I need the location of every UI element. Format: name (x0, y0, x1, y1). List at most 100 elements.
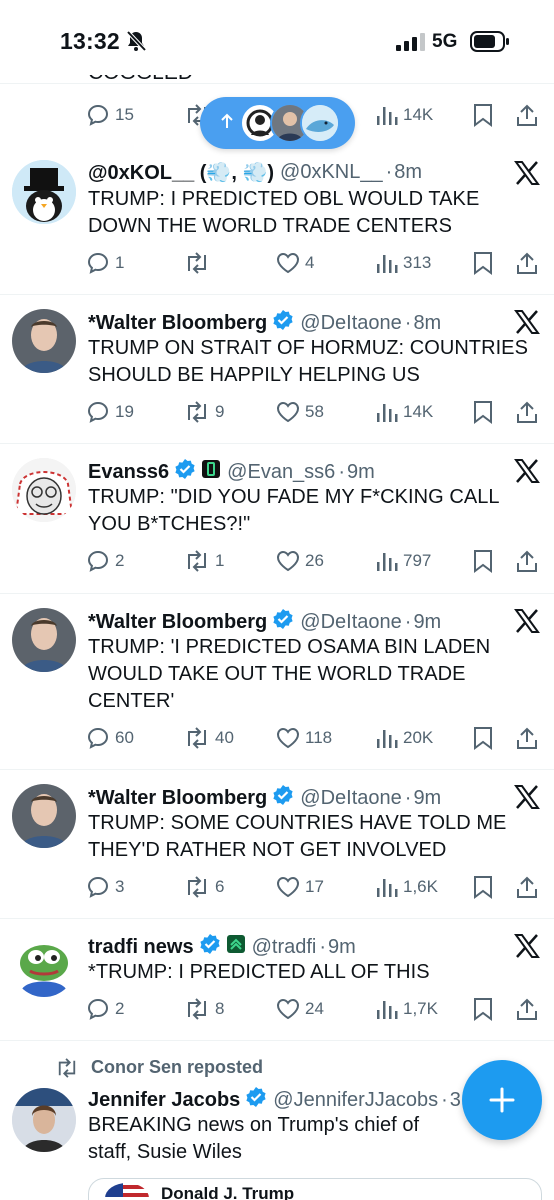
author-handle[interactable]: @JenniferJJacobs (273, 1089, 438, 1112)
view-count: 1,7K (403, 999, 438, 1018)
repost-button[interactable]: 40 (184, 723, 234, 753)
tweet[interactable]: *Walter Bloomberg @DeItaone · 9m TRUMP: … (0, 594, 554, 770)
share-button[interactable] (516, 723, 538, 753)
share-button[interactable] (516, 397, 538, 427)
view-count: 14K (403, 402, 434, 421)
avatar[interactable] (12, 458, 76, 522)
bookmark-button[interactable] (473, 872, 493, 902)
views-button[interactable]: 313 (376, 248, 431, 278)
tweet[interactable]: @0xKOL__ (💨, 💨) @0xKNL__ · 8m TRUMP: I P… (0, 148, 554, 295)
bookmark-button[interactable] (473, 100, 493, 130)
author-handle[interactable]: @DeItaone (300, 312, 401, 335)
repost-button[interactable]: 8 (184, 994, 224, 1024)
arrow-up-icon (220, 113, 234, 134)
bookmark-button[interactable] (473, 994, 493, 1024)
bookmark-button[interactable] (473, 546, 493, 576)
share-button[interactable] (516, 248, 538, 278)
avatar[interactable] (12, 1088, 76, 1152)
like-button[interactable]: 17 (276, 872, 324, 902)
bookmark-icon (474, 401, 492, 424)
tweet-header: *Walter Bloomberg @DeItaone · 9m (88, 608, 441, 636)
reply-button[interactable]: 60 (86, 723, 134, 753)
like-button[interactable]: 58 (276, 397, 324, 427)
share-button[interactable] (516, 546, 538, 576)
repost-button[interactable]: 6 (184, 872, 224, 902)
author-handle[interactable]: @DeItaone (300, 611, 401, 634)
like-count: 17 (305, 877, 324, 896)
tweet-header: *Walter Bloomberg @DeItaone · 8m (88, 309, 441, 337)
reply-button[interactable]: 3 (86, 872, 124, 902)
views-icon (377, 553, 398, 571)
repost-button[interactable]: 1 (184, 546, 224, 576)
share-button[interactable] (516, 872, 538, 902)
author-name[interactable]: @0xKOL__ (💨, 💨) (88, 160, 274, 185)
views-button[interactable]: 1,6K (376, 872, 438, 902)
bell-muted-icon (125, 30, 147, 57)
like-button[interactable]: 118 (276, 723, 332, 753)
author-name[interactable]: *Walter Bloomberg (88, 312, 267, 335)
reply-button[interactable]: 15 (86, 100, 134, 130)
avatar[interactable] (12, 608, 76, 672)
tweet[interactable]: tradfi news @tradfi · 9m *TRUMP: I PREDI… (0, 919, 554, 1041)
compose-button[interactable] (462, 1060, 542, 1140)
author-name[interactable]: Evanss6 (88, 461, 169, 484)
views-button[interactable]: 14K (376, 397, 433, 427)
share-icon (517, 401, 537, 423)
share-icon (517, 550, 537, 572)
author-name[interactable]: *Walter Bloomberg (88, 787, 267, 810)
tweet-actions: 2 1 26 797 (86, 546, 546, 576)
author-handle[interactable]: @DeItaone (300, 787, 401, 810)
reply-button[interactable]: 2 (86, 994, 124, 1024)
x-logo-icon (514, 160, 540, 186)
avatar[interactable] (12, 784, 76, 848)
tweet-time: 8m (394, 161, 423, 183)
status-bar: 13:32 5G (0, 0, 554, 84)
avatar[interactable] (12, 160, 76, 224)
new-posts-pill[interactable] (200, 97, 355, 149)
repost-count: 40 (215, 728, 234, 747)
bookmark-icon (474, 252, 492, 275)
repost-button[interactable] (184, 248, 215, 278)
tweet[interactable]: *Walter Bloomberg @DeItaone · 9m TRUMP: … (0, 770, 554, 919)
repost-icon (188, 876, 206, 898)
author-handle[interactable]: @0xKNL__ (280, 161, 383, 184)
tweet[interactable]: *Walter Bloomberg @DeItaone · 8m TRUMP O… (0, 295, 554, 444)
reply-button[interactable]: 1 (86, 248, 124, 278)
author-name[interactable]: Jennifer Jacobs (88, 1089, 240, 1112)
dot-separator: · (404, 610, 412, 633)
tweet-text: TRUMP: "DID YOU FADE MY F*CKING CALL YOU… (88, 486, 499, 535)
reply-icon (87, 104, 109, 126)
bookmark-button[interactable] (473, 397, 493, 427)
view-count: 313 (403, 253, 432, 272)
views-button[interactable]: 20K (376, 723, 433, 753)
views-button[interactable]: 1,7K (376, 994, 438, 1024)
repost-count: 9 (215, 402, 225, 421)
tweet[interactable]: Evanss6 @Evan_ss6 · 9m TRUMP: "DID YOU F… (0, 444, 554, 594)
avatar[interactable] (12, 309, 76, 373)
author-name[interactable]: tradfi news (88, 936, 194, 959)
repost-indicator[interactable]: Conor Sen reposted (55, 1057, 263, 1078)
share-button[interactable] (516, 994, 538, 1024)
reply-button[interactable]: 2 (86, 546, 124, 576)
like-button[interactable]: 26 (276, 546, 324, 576)
repost-button[interactable]: 9 (184, 397, 224, 427)
like-button[interactable]: 24 (276, 994, 324, 1024)
reply-button[interactable]: 19 (86, 397, 134, 427)
share-button[interactable] (516, 100, 538, 130)
author-handle[interactable]: @Evan_ss6 (227, 461, 335, 484)
tweet-text: TRUMP: SOME COUNTRIES HAVE TOLD ME THEY'… (88, 812, 507, 861)
avatar[interactable] (12, 933, 76, 997)
author-handle[interactable]: @tradfi (252, 936, 317, 959)
reply-icon (87, 998, 109, 1020)
tweet-time: 9m (413, 786, 442, 809)
bookmark-button[interactable] (473, 248, 493, 278)
views-button[interactable]: 797 (376, 546, 431, 576)
like-button[interactable]: 4 (276, 248, 314, 278)
quote-tweet-card[interactable]: Donald J. Trump (88, 1178, 542, 1200)
author-name[interactable]: *Walter Bloomberg (88, 611, 267, 634)
tweet-actions: 2 8 24 1,7K (86, 994, 546, 1024)
bookmark-button[interactable] (473, 723, 493, 753)
verified-badge-icon (174, 458, 196, 486)
repost-icon (58, 1057, 76, 1078)
views-button[interactable]: 14K (376, 100, 433, 130)
